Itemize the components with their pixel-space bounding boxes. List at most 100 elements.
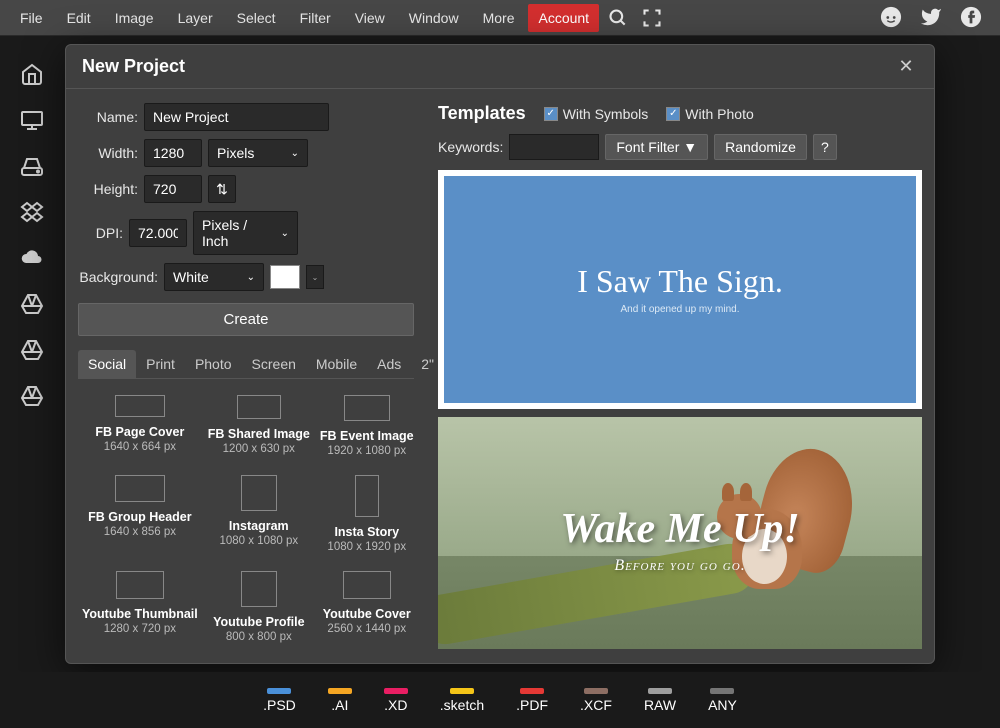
dpi-unit-select[interactable]: Pixels / Inch⌄ bbox=[193, 211, 298, 255]
help-button[interactable]: ? bbox=[813, 134, 837, 160]
create-button[interactable]: Create bbox=[78, 303, 414, 336]
template-card[interactable]: Wake Me Up! Before you go go. bbox=[438, 417, 922, 649]
disk-icon[interactable] bbox=[18, 152, 46, 180]
menu-image[interactable]: Image bbox=[105, 4, 164, 32]
reddit-icon[interactable] bbox=[880, 6, 904, 30]
background-select[interactable]: White⌄ bbox=[164, 263, 264, 291]
format-label: ANY bbox=[708, 697, 737, 713]
chevron-down-icon: ⌄ bbox=[281, 228, 289, 239]
drive-icon-3[interactable] bbox=[18, 382, 46, 410]
format-item[interactable]: .AI bbox=[328, 688, 352, 713]
chevron-down-icon: ⌄ bbox=[291, 148, 299, 159]
preset-item[interactable]: FB Group Header1640 x 856 px bbox=[78, 467, 202, 561]
tab-ads[interactable]: Ads bbox=[367, 350, 411, 378]
preset-name: Instagram bbox=[229, 519, 289, 533]
format-item[interactable]: .XCF bbox=[580, 688, 612, 713]
tab-screen[interactable]: Screen bbox=[242, 350, 306, 378]
preset-name: Youtube Profile bbox=[213, 615, 304, 629]
preset-item[interactable]: FB Page Cover1640 x 664 px bbox=[78, 387, 202, 465]
format-label: RAW bbox=[644, 697, 676, 713]
width-label: Width: bbox=[78, 145, 138, 161]
randomize-button[interactable]: Randomize bbox=[714, 134, 807, 160]
twitter-icon[interactable] bbox=[920, 6, 944, 30]
format-label: .XCF bbox=[580, 697, 612, 713]
preset-item[interactable]: FB Shared Image1200 x 630 px bbox=[204, 387, 314, 465]
preset-item[interactable]: Youtube Profile800 x 800 px bbox=[204, 563, 314, 649]
cloud-icon[interactable] bbox=[18, 244, 46, 272]
keywords-input[interactable] bbox=[509, 134, 599, 160]
with-photo-checkbox[interactable]: ✓ With Photo bbox=[666, 106, 753, 122]
menu-window[interactable]: Window bbox=[399, 4, 469, 32]
menu-more[interactable]: More bbox=[473, 4, 525, 32]
name-input[interactable] bbox=[144, 103, 329, 131]
dpi-input[interactable] bbox=[129, 219, 187, 247]
checkbox-icon: ✓ bbox=[666, 107, 680, 121]
preset-item[interactable]: Youtube Cover2560 x 1440 px bbox=[316, 563, 414, 649]
preset-name: FB Event Image bbox=[320, 429, 414, 443]
drive-icon[interactable] bbox=[18, 290, 46, 318]
swap-dimensions-button[interactable]: ⇅ bbox=[208, 175, 236, 203]
width-input[interactable] bbox=[144, 139, 202, 167]
templates-list[interactable]: I Saw The Sign. And it opened up my mind… bbox=[438, 170, 922, 649]
preset-item[interactable]: FB Event Image 1920 x 1080 px bbox=[316, 387, 414, 465]
format-item[interactable]: .sketch bbox=[440, 688, 484, 713]
template-title: I Saw The Sign. bbox=[577, 263, 783, 300]
checkbox-icon: ✓ bbox=[544, 107, 558, 121]
search-icon[interactable] bbox=[607, 7, 629, 29]
menu-file[interactable]: File bbox=[10, 4, 53, 32]
tab-mobile[interactable]: Mobile bbox=[306, 350, 367, 378]
background-extra-select[interactable]: ⌄ bbox=[306, 265, 324, 289]
template-card[interactable]: I Saw The Sign. And it opened up my mind… bbox=[438, 170, 922, 409]
font-filter-button[interactable]: Font Filter ▼ bbox=[605, 134, 708, 160]
preset-tabs: Social Print Photo Screen Mobile Ads 2" bbox=[78, 350, 414, 379]
preset-name: FB Page Cover bbox=[95, 425, 184, 439]
with-symbols-checkbox[interactable]: ✓ With Symbols bbox=[544, 106, 649, 122]
width-unit-select[interactable]: Pixels⌄ bbox=[208, 139, 308, 167]
background-label: Background: bbox=[78, 269, 158, 285]
format-item[interactable]: .PDF bbox=[516, 688, 548, 713]
preset-item[interactable]: Instagram 1080 x 1080 px bbox=[204, 467, 314, 561]
menu-layer[interactable]: Layer bbox=[168, 4, 223, 32]
dialog-header: New Project ✕ bbox=[66, 45, 934, 89]
templates-title: Templates bbox=[438, 103, 526, 124]
tab-photo[interactable]: Photo bbox=[185, 350, 242, 378]
tab-social[interactable]: Social bbox=[78, 350, 136, 378]
preset-size: 1920 x 1080 px bbox=[327, 445, 406, 457]
template-subtitle: Before you go go. bbox=[438, 557, 922, 575]
right-panel: Templates ✓ With Symbols ✓ With Photo Ke… bbox=[426, 89, 934, 663]
preset-size: 1280 x 720 px bbox=[104, 623, 176, 635]
fullscreen-icon[interactable] bbox=[641, 7, 663, 29]
preset-item[interactable]: Youtube Thumbnail1280 x 720 px bbox=[78, 563, 202, 649]
home-icon[interactable] bbox=[18, 60, 46, 88]
background-color-swatch[interactable] bbox=[270, 265, 300, 289]
dpi-label: DPI: bbox=[78, 225, 123, 241]
format-item[interactable]: RAW bbox=[644, 688, 676, 713]
menu-view[interactable]: View bbox=[345, 4, 395, 32]
new-project-dialog: New Project ✕ Name: Width: Pixels⌄ Heigh… bbox=[65, 44, 935, 664]
height-label: Height: bbox=[78, 181, 138, 197]
preset-name: Youtube Cover bbox=[323, 607, 411, 621]
preset-grid[interactable]: FB Page Cover1640 x 664 pxFB Shared Imag… bbox=[78, 383, 414, 649]
menu-select[interactable]: Select bbox=[227, 4, 286, 32]
dropbox-icon[interactable] bbox=[18, 198, 46, 226]
preset-item[interactable]: Insta Story1080 x 1920 px bbox=[316, 467, 414, 561]
format-bar: .PSD .AI .XD .sketch .PDF .XCF RAW ANY bbox=[0, 672, 1000, 728]
height-input[interactable] bbox=[144, 175, 202, 203]
menu-account[interactable]: Account bbox=[528, 4, 599, 32]
preset-size: 1080 x 1080 px bbox=[219, 535, 298, 547]
facebook-icon[interactable] bbox=[960, 6, 984, 30]
close-icon[interactable]: ✕ bbox=[894, 55, 918, 79]
format-label: .AI bbox=[331, 697, 348, 713]
monitor-icon[interactable] bbox=[18, 106, 46, 134]
tab-print[interactable]: Print bbox=[136, 350, 185, 378]
name-label: Name: bbox=[78, 109, 138, 125]
preset-size: 1640 x 856 px bbox=[104, 526, 176, 538]
format-item[interactable]: ANY bbox=[708, 688, 737, 713]
format-item[interactable]: .PSD bbox=[263, 688, 296, 713]
menu-filter[interactable]: Filter bbox=[290, 4, 341, 32]
format-item[interactable]: .XD bbox=[384, 688, 408, 713]
drive-icon-2[interactable] bbox=[18, 336, 46, 364]
menu-edit[interactable]: Edit bbox=[57, 4, 101, 32]
keywords-label: Keywords: bbox=[438, 139, 503, 155]
preset-name: Insta Story bbox=[334, 525, 399, 539]
